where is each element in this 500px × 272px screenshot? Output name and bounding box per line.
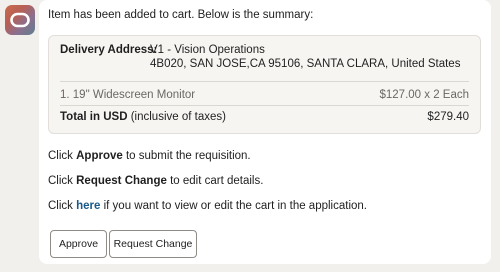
approve-keyword: Approve bbox=[76, 150, 123, 162]
request-change-button[interactable]: Request Change bbox=[109, 230, 197, 258]
cart-summary-card: Delivery Address: V1 - Vision Operations… bbox=[48, 35, 481, 134]
total-label: Total in USD (inclusive of taxes) bbox=[60, 111, 226, 123]
assistant-logo-icon bbox=[5, 5, 35, 35]
approve-instruction: Click Approve to submit the requisition. bbox=[48, 150, 251, 162]
approve-button[interactable]: Approve bbox=[50, 230, 107, 258]
cart-item-name: 1. 19" Widescreen Monitor bbox=[60, 89, 196, 101]
summary-divider bbox=[60, 105, 469, 106]
change-instruction: Click Request Change to edit cart detail… bbox=[48, 175, 263, 187]
cart-item-price: $127.00 x 2 Each bbox=[379, 89, 469, 101]
delivery-address-line1: V1 - Vision Operations bbox=[150, 44, 265, 56]
delivery-address-label: Delivery Address: bbox=[60, 44, 158, 56]
view-cart-instruction: Click here if you want to view or edit t… bbox=[48, 200, 367, 212]
total-note: (inclusive of taxes) bbox=[130, 111, 226, 123]
delivery-address-line2: 4B020, SAN JOSE,CA 95106, SANTA CLARA, U… bbox=[150, 58, 461, 70]
instruction-text: to edit cart details. bbox=[166, 175, 264, 187]
summary-divider bbox=[60, 81, 469, 82]
chat-message-bubble: Item has been added to cart. Below is th… bbox=[39, 0, 491, 264]
instruction-text: Click bbox=[48, 175, 77, 187]
view-cart-link[interactable]: here bbox=[76, 200, 100, 212]
message-intro: Item has been added to cart. Below is th… bbox=[48, 9, 314, 21]
instruction-text: Click bbox=[48, 200, 77, 212]
total-label-strong: Total in USD bbox=[60, 111, 128, 123]
total-value: $279.40 bbox=[427, 111, 469, 123]
instruction-text: to submit the requisition. bbox=[122, 150, 251, 162]
request-change-keyword: Request Change bbox=[76, 175, 167, 187]
instruction-text: Click bbox=[48, 150, 77, 162]
instruction-text: if you want to view or edit the cart in … bbox=[100, 200, 367, 212]
